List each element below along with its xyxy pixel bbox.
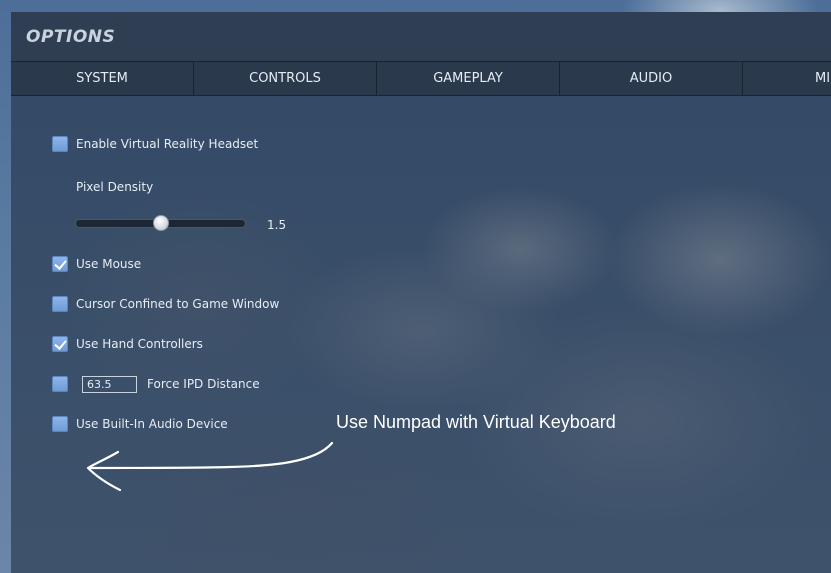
vr-headset-checkbox[interactable] [52, 136, 68, 152]
option-vr-headset: Enable Virtual Reality Headset [52, 136, 258, 152]
tab-bar: SYSTEM CONTROLS GAMEPLAY AUDIO MI [11, 61, 831, 96]
hand-controllers-checkbox[interactable] [52, 336, 68, 352]
annotation-arrow-icon [86, 441, 334, 492]
option-hand-controllers: Use Hand Controllers [52, 336, 203, 352]
pixel-density-label: Pixel Density [76, 180, 154, 194]
tab-gameplay[interactable]: GAMEPLAY [377, 62, 560, 95]
tab-misc[interactable]: MI [743, 62, 831, 95]
tab-audio[interactable]: AUDIO [560, 62, 743, 95]
use-mouse-checkbox[interactable] [52, 256, 68, 272]
tab-controls[interactable]: CONTROLS [194, 62, 377, 95]
tab-system[interactable]: SYSTEM [11, 62, 194, 95]
builtin-audio-label: Use Built-In Audio Device [76, 417, 228, 431]
force-ipd-checkbox[interactable] [52, 376, 68, 392]
option-use-mouse: Use Mouse [52, 256, 141, 272]
hand-controllers-label: Use Hand Controllers [76, 337, 203, 351]
option-force-ipd: Force IPD Distance [52, 375, 260, 393]
title-bar: OPTIONS [11, 12, 831, 61]
option-cursor-confined: Cursor Confined to Game Window [52, 296, 279, 312]
use-mouse-label: Use Mouse [76, 257, 142, 271]
window-title: OPTIONS [26, 27, 116, 47]
pixel-density-slider-thumb[interactable] [152, 215, 169, 231]
vr-headset-label: Enable Virtual Reality Headset [76, 137, 259, 151]
cursor-confined-checkbox[interactable] [52, 296, 68, 312]
option-builtin-audio: Use Built-In Audio Device [52, 416, 228, 432]
annotation-text: Use Numpad with Virtual Keyboard [336, 412, 616, 432]
pixel-density-value: 1.5 [267, 218, 287, 232]
pixel-density-slider[interactable] [75, 215, 246, 231]
builtin-audio-checkbox[interactable] [52, 416, 68, 432]
force-ipd-label: Force IPD Distance [147, 377, 260, 391]
cursor-confined-label: Cursor Confined to Game Window [76, 297, 280, 311]
ipd-distance-input[interactable] [82, 375, 137, 393]
